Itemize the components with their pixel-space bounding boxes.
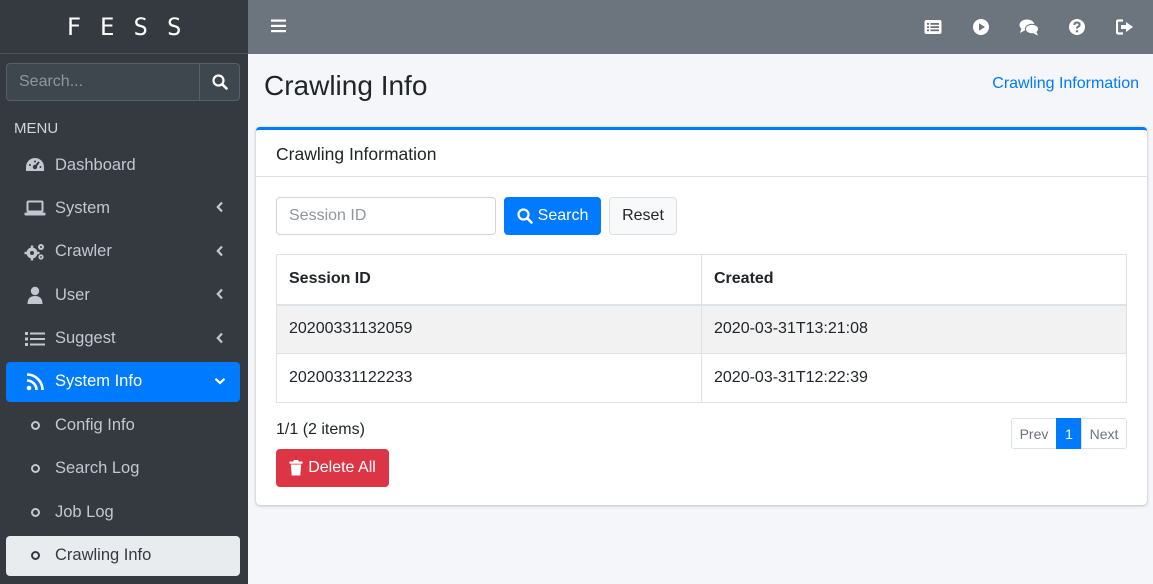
hamburger-menu-icon[interactable] <box>271 18 287 39</box>
laptop-icon <box>23 198 47 218</box>
sidebar-item-suggest[interactable]: Suggest <box>6 319 240 359</box>
circle-icon <box>23 415 47 435</box>
pagination-next[interactable]: Next <box>1081 418 1127 449</box>
sign-out-icon[interactable] <box>1115 17 1135 37</box>
search-icon <box>517 208 533 224</box>
list-icon <box>23 329 47 349</box>
column-header-session-id: Session ID <box>276 254 702 306</box>
chevron-left-icon <box>216 288 223 300</box>
search-icon <box>211 74 228 90</box>
comments-icon[interactable] <box>1019 17 1039 37</box>
search-button-label: Search <box>537 207 589 224</box>
cogs-icon <box>23 242 47 262</box>
sidebar-search <box>6 63 240 101</box>
crawling-info-table: Session ID Created 20200331132059 2020-0… <box>276 254 1127 403</box>
table-header-row: Session ID Created <box>276 254 1127 306</box>
top-navbar <box>248 0 1153 54</box>
sidebar-item-crawler[interactable]: Crawler <box>6 232 240 272</box>
table-row[interactable]: 20200331122233 2020-03-31T12:22:39 <box>276 353 1127 403</box>
chevron-down-icon <box>214 377 226 385</box>
sidebar-item-user[interactable]: User <box>6 275 240 315</box>
sidebar-item-system-info[interactable]: System Info <box>6 361 240 402</box>
brand-text: FESS <box>66 12 201 41</box>
sidebar-item-label: Config Info <box>55 415 135 434</box>
circle-icon <box>23 546 47 566</box>
cell-created: 2020-03-31T13:21:08 <box>701 304 1127 354</box>
session-id-input[interactable] <box>276 197 496 235</box>
cell-session-id: 20200331132059 <box>276 304 702 354</box>
sidebar-item-label: Job Log <box>55 502 114 521</box>
sidebar-item-label: Crawler <box>55 242 112 261</box>
sidebar-item-dashboard[interactable]: Dashboard <box>6 145 240 185</box>
list-alt-icon[interactable] <box>923 17 943 37</box>
cell-created: 2020-03-31T12:22:39 <box>701 353 1127 403</box>
card-title: Crawling Information <box>256 130 1147 177</box>
sidebar-item-search-log[interactable]: Search Log <box>6 449 240 489</box>
sidebar-item-label: System <box>55 198 111 217</box>
chevron-left-icon <box>216 202 223 213</box>
sidebar-item-crawling-info[interactable]: Crawling Info <box>6 535 240 576</box>
play-circle-icon[interactable] <box>971 17 991 37</box>
sidebar-item-config-info[interactable]: Config Info <box>6 405 240 445</box>
page-title: Crawling Info <box>264 70 428 101</box>
sidebar-search-button[interactable] <box>199 63 240 101</box>
sidebar-nav: Dashboard System Crawler User Suggest Sy… <box>6 145 240 579</box>
sidebar-item-label: Search Log <box>55 459 140 478</box>
pagination-page-current[interactable]: 1 <box>1056 418 1082 449</box>
search-button[interactable]: Search <box>504 197 601 235</box>
question-circle-icon[interactable] <box>1067 17 1087 37</box>
topbar-actions <box>923 17 1135 37</box>
delete-all-button[interactable]: Delete All <box>276 449 389 487</box>
menu-header: MENU <box>14 120 59 137</box>
pagination: Prev 1 Next <box>1011 418 1127 449</box>
cell-session-id: 20200331122233 <box>276 353 702 403</box>
sidebar-item-system[interactable]: System <box>6 188 240 228</box>
sidebar-item-label: System Info <box>55 372 143 391</box>
pager-info: 1/1 (2 items) <box>276 421 365 438</box>
sidebar-item-job-log[interactable]: Job Log <box>6 492 240 532</box>
sidebar-item-label: Dashboard <box>55 155 136 174</box>
rss-icon <box>23 372 47 392</box>
chevron-left-icon <box>216 245 223 257</box>
table-row[interactable]: 20200331132059 2020-03-31T13:21:08 <box>276 304 1127 354</box>
reset-button[interactable]: Reset <box>609 197 677 235</box>
crawling-info-card: Crawling Information Search Reset Sessio… <box>256 127 1147 505</box>
sidebar-item-label: Suggest <box>55 329 116 348</box>
search-form: Search Reset <box>276 197 677 235</box>
delete-all-label: Delete All <box>308 459 376 476</box>
user-icon <box>23 285 47 305</box>
pagination-prev[interactable]: Prev <box>1011 418 1057 449</box>
dashboard-icon <box>23 155 47 175</box>
column-header-created: Created <box>701 254 1127 306</box>
breadcrumb-link[interactable]: Crawling Information <box>992 75 1139 93</box>
sidebar-search-input[interactable] <box>6 63 199 101</box>
sidebar-item-label: Crawling Info <box>55 546 152 565</box>
sidebar: FESS MENU Dashboard System Crawler <box>0 0 248 584</box>
brand-logo[interactable]: FESS <box>0 0 248 54</box>
circle-icon <box>23 459 47 479</box>
circle-icon <box>23 502 47 522</box>
sidebar-item-label: User <box>55 285 90 304</box>
chevron-left-icon <box>216 332 223 343</box>
trash-icon <box>289 460 303 476</box>
